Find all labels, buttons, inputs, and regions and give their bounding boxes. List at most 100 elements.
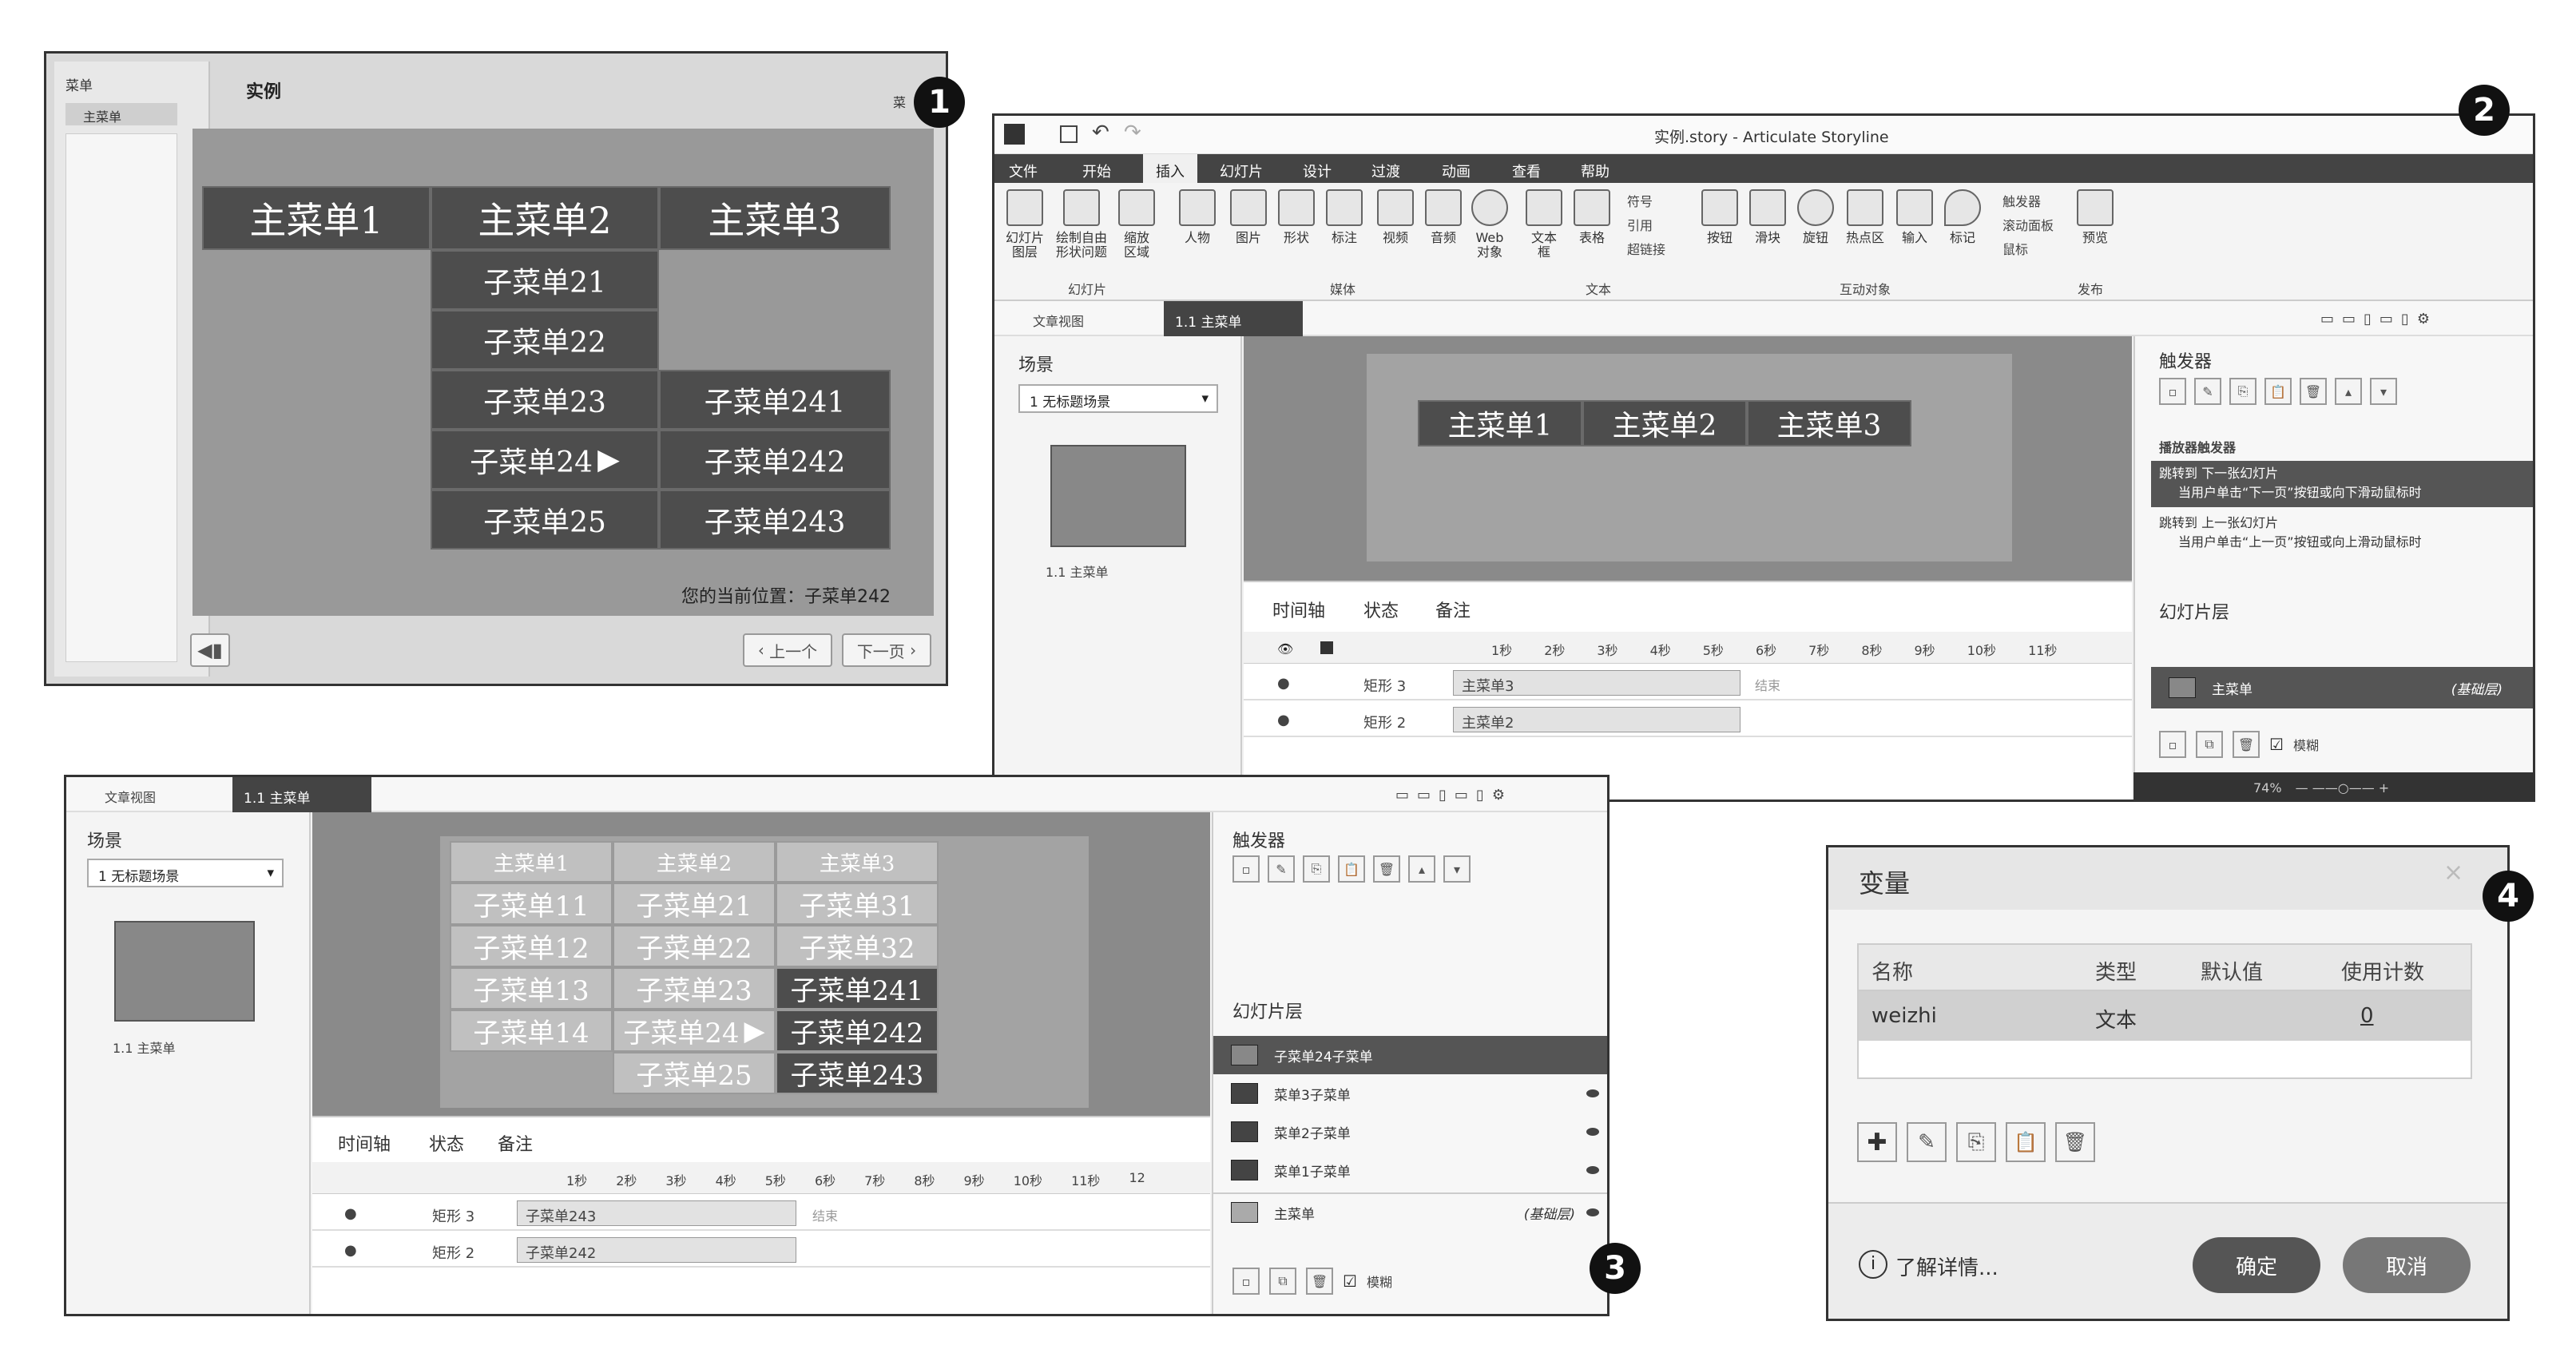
table-row[interactable]: weizhi 文本 0 (1859, 991, 2471, 1041)
move-down-icon[interactable]: ▾ (2370, 378, 2397, 405)
eye-icon[interactable] (1586, 1089, 1599, 1097)
shape-button[interactable]: 形状 (1274, 189, 1319, 245)
trigger-item[interactable]: 跳转到 上一张幻灯片 当用户单击“上一页”按钮或向上滑动鼠标时 (2151, 510, 2533, 557)
base-layer[interactable]: 主菜单 (基础层) (1213, 1192, 1607, 1231)
new-trigger-icon[interactable]: ▫ (2159, 378, 2186, 405)
timeline-row[interactable]: ● 矩形 2 子菜单242 (312, 1232, 1210, 1268)
edit-icon[interactable]: ✎ (1907, 1122, 1947, 1162)
mouse-button[interactable]: 鼠标 (2002, 239, 2028, 258)
scroll-panel-button[interactable]: 滚动面板 (2002, 215, 2054, 234)
submenu-242[interactable]: 子菜单242 (659, 430, 891, 490)
delete-layer-icon[interactable]: 🗑 (1306, 1268, 1333, 1295)
callout-button[interactable]: 标注 (1322, 189, 1367, 245)
eye-icon[interactable]: ● (344, 1242, 357, 1259)
preview-button[interactable]: 预览 (2073, 189, 2118, 245)
menu-main-3[interactable]: 主菜单3 (776, 841, 939, 883)
scene-select[interactable]: 1 无标题场景 ▾ (87, 859, 284, 887)
marker-button[interactable]: 标记 (1940, 189, 1985, 245)
tab-states[interactable]: 状态 (1363, 597, 1399, 622)
submenu-242[interactable]: 子菜单242 (776, 1010, 939, 1052)
eye-icon[interactable] (1586, 1128, 1599, 1136)
table-button[interactable]: 表格 (1570, 189, 1614, 245)
new-trigger-icon[interactable]: ▫ (1232, 855, 1260, 883)
submenu-12[interactable]: 子菜单12 (450, 925, 613, 967)
menu-main-3[interactable]: 主菜单3 (1747, 400, 1911, 446)
submenu-14[interactable]: 子菜单14 (450, 1010, 613, 1052)
button-button[interactable]: 按钮 (1697, 189, 1742, 245)
textbox-button[interactable]: 文本框 (1522, 189, 1566, 260)
delete-icon[interactable]: 🗑 (2055, 1122, 2095, 1162)
move-down-icon[interactable]: ▾ (1443, 855, 1471, 883)
new-layer-icon[interactable]: ▫ (1232, 1268, 1260, 1295)
reference-button[interactable]: 引用 (1627, 215, 1653, 234)
var-usage-link[interactable]: 0 (2360, 1004, 2374, 1028)
menu-main-1[interactable]: 主菜单1 (202, 186, 431, 250)
timeline-row[interactable]: ● 矩形 3 主菜单3 结束 (1244, 665, 2132, 700)
tab-slides[interactable]: 幻灯片 (1220, 161, 1263, 181)
col-type[interactable]: 类型 (2095, 956, 2137, 986)
tab-story-view[interactable]: 文章视图 (105, 787, 156, 806)
tab-transitions[interactable]: 过渡 (1371, 161, 1400, 181)
scene-select[interactable]: 1 无标题场景 ▾ (1018, 384, 1218, 413)
submenu-31[interactable]: 子菜单31 (776, 883, 939, 925)
zoom-region-button[interactable]: 缩放 区域 (1114, 189, 1159, 260)
submenu-13[interactable]: 子菜单13 (450, 967, 613, 1010)
copy-icon[interactable]: ⎘ (2229, 378, 2256, 405)
submenu-21[interactable]: 子菜单21 (431, 250, 659, 310)
tab-notes[interactable]: 备注 (1435, 597, 1471, 622)
edit-icon[interactable]: ✎ (2194, 378, 2221, 405)
menu-main-3[interactable]: 主菜单3 (659, 186, 891, 250)
prev-button[interactable]: ‹ 上一个 (743, 633, 832, 667)
tab-file[interactable]: 文件 (1009, 161, 1038, 181)
slide-thumbnail[interactable] (114, 921, 255, 1022)
submenu-23[interactable]: 子菜单23 (431, 370, 659, 430)
col-name[interactable]: 名称 (1871, 956, 1913, 986)
dial-button[interactable]: 旋钮 (1793, 189, 1838, 245)
next-button[interactable]: 下一页 › (842, 633, 931, 667)
submenu-25[interactable]: 子菜单25 (613, 1052, 776, 1094)
submenu-23[interactable]: 子菜单23 (613, 967, 776, 1010)
timeline-bar[interactable]: 子菜单243 (517, 1200, 796, 1226)
paste-icon[interactable]: 📋 (1338, 855, 1365, 883)
submenu-241[interactable]: 子菜单241 (659, 370, 891, 430)
input-button[interactable]: 输入 (1892, 189, 1937, 245)
submenu-241[interactable]: 子菜单241 (776, 967, 939, 1010)
character-button[interactable]: 人物 (1175, 189, 1220, 245)
add-icon[interactable]: ✚ (1857, 1122, 1897, 1162)
tab-insert[interactable]: 插入 (1143, 154, 1197, 183)
timeline-bar[interactable]: 子菜单242 (517, 1237, 796, 1263)
save-icon[interactable] (1060, 125, 1078, 143)
menu-main-1[interactable]: 主菜单1 (450, 841, 613, 883)
submenu-22[interactable]: 子菜单22 (431, 310, 659, 370)
hotspot-button[interactable]: 热点区 (1843, 189, 1887, 245)
timeline-bar[interactable]: 主菜单2 (1453, 707, 1740, 732)
delete-layer-icon[interactable]: 🗑 (2233, 731, 2260, 758)
copy-icon[interactable]: ⎘ (1956, 1122, 1996, 1162)
submenu-24[interactable]: 子菜单24 ▶ (613, 1010, 776, 1052)
move-up-icon[interactable]: ▴ (2335, 378, 2362, 405)
tab-slide-main[interactable]: 1.1 主菜单 (232, 777, 371, 812)
tab-design[interactable]: 设计 (1303, 161, 1332, 181)
sidebar-item-main-menu[interactable]: 主菜单 (65, 103, 177, 125)
eye-icon[interactable] (1586, 1166, 1599, 1174)
eye-icon[interactable] (1586, 1208, 1599, 1216)
submenu-21[interactable]: 子菜单21 (613, 883, 776, 925)
submenu-11[interactable]: 子菜单11 (450, 883, 613, 925)
menu-main-1[interactable]: 主菜单1 (1418, 400, 1582, 446)
eye-icon[interactable]: ● (344, 1205, 357, 1222)
paste-icon[interactable]: 📋 (2264, 378, 2292, 405)
eye-icon[interactable]: ● (1277, 675, 1290, 692)
symbol-button[interactable]: 符号 (1627, 191, 1653, 210)
cancel-button[interactable]: 取消 (2343, 1237, 2471, 1293)
web-object-button[interactable]: Web 对象 (1467, 189, 1512, 260)
paste-icon[interactable]: 📋 (2006, 1122, 2046, 1162)
timeline-row[interactable]: ● 矩形 2 主菜单2 (1244, 702, 2132, 737)
tab-timeline[interactable]: 时间轴 (338, 1130, 391, 1156)
new-layer-icon[interactable]: ▫ (2159, 731, 2186, 758)
tab-states[interactable]: 状态 (429, 1130, 464, 1156)
submenu-25[interactable]: 子菜单25 (431, 490, 659, 550)
tab-help[interactable]: 帮助 (1581, 161, 1610, 181)
timeline-bar[interactable]: 主菜单3 (1453, 670, 1740, 696)
volume-button[interactable]: ◀▮ (190, 633, 230, 667)
picture-button[interactable]: 图片 (1226, 189, 1271, 245)
